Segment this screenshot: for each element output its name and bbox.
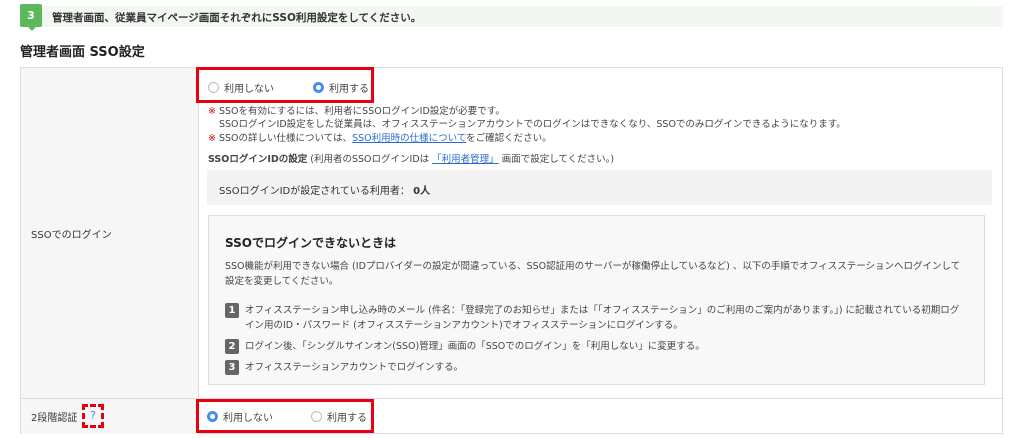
two-factor-label: 2段階認証 [21, 398, 199, 434]
step-text: オフィスステーション申し込み時のメール (件名：「登録完了のお知らせ」または「「… [245, 305, 960, 331]
radio-label: 利用しない [224, 84, 274, 95]
sso-id-setting: SSOログインIDの設定 (利用者のSSOログインIDは 「利用者管理」 画面で… [208, 151, 614, 165]
radio-icon [208, 82, 219, 93]
troubleshoot-desc: SSO機能が利用できない場合 (IDプロバイダーの設定が間違っている、SSO認証… [225, 261, 961, 287]
two-factor-radio-enabled[interactable]: 利用する [311, 409, 367, 424]
troubleshoot-step: 2 ログイン後、「シングルサインオン(SSO)管理」画面の「SSOでのログイン」を… [225, 339, 968, 354]
radio-label: 利用する [329, 84, 369, 95]
step-text: オフィスステーションアカウントでログインする。 [245, 362, 464, 373]
step-text: ログイン後、「シングルサインオン(SSO)管理」画面の「SSOでのログイン」を「… [245, 341, 705, 352]
sso-spec-link[interactable]: SSO利用時の仕様について [352, 133, 466, 144]
radio-selected-icon [207, 411, 218, 422]
radio-label: 利用する [327, 413, 367, 424]
step-number: 2 [225, 339, 239, 354]
step-instruction: 管理者画面、従業員マイページ画面それぞれにSSO利用設定をしてください。 [52, 12, 422, 24]
step-number: 3 [225, 360, 239, 375]
sso-login-label: SSOでのログイン [21, 68, 199, 398]
troubleshoot-step: 3 オフィスステーションアカウントでログインする。 [225, 360, 968, 375]
note-text: をご確認ください。 [466, 133, 552, 144]
help-question-icon[interactable]: ? [82, 404, 104, 428]
count-value: 0人 [413, 186, 431, 197]
note-text: 画面で設定してください。) [498, 154, 615, 165]
note-mark: ※ [208, 106, 216, 117]
step-number-badge: 3 [20, 4, 42, 31]
note-text: (利用者のSSOログインIDは [307, 154, 433, 165]
troubleshoot-title: SSOでログインできないときは [225, 236, 396, 250]
sso-id-title: SSOログインIDの設定 [208, 154, 308, 165]
sso-note-1: ※ SSOを有効にするには、利用者にSSOログインID設定が必要です。 [208, 103, 505, 117]
two-factor-radio-disabled[interactable]: 利用しない [207, 409, 273, 424]
count-label: SSOログインIDが設定されている利用者： [219, 186, 410, 197]
note-mark: ※ [208, 133, 216, 144]
troubleshoot-step: 1 オフィスステーション申し込み時のメール (件名：「登録完了のお知らせ」または「… [225, 303, 968, 333]
radio-selected-icon [313, 82, 324, 93]
sso-login-radio-disabled[interactable]: 利用しない [208, 80, 274, 95]
sso-login-radio-enabled[interactable]: 利用する [313, 80, 369, 95]
section-title: 管理者画面 SSO設定 [20, 45, 145, 60]
radio-label: 利用しない [223, 413, 273, 424]
step-number: 1 [225, 303, 239, 318]
sso-user-count-box: SSOログインIDが設定されている利用者： 0人 [207, 170, 992, 205]
sso-note-2: ※ SSOの詳しい仕様については、SSO利用時の仕様についてをご確認ください。 [208, 130, 552, 144]
two-factor-label-text: 2段階認証 [31, 413, 78, 424]
user-management-link[interactable]: 「利用者管理」 [432, 154, 499, 165]
radio-icon [311, 411, 322, 422]
note-text: SSOの詳しい仕様については、 [219, 133, 353, 144]
sso-troubleshoot-box: SSOでログインできないときは SSO機能が利用できない場合 (IDプロバイダー… [208, 215, 985, 385]
sso-note-1b: SSOログインID設定をした従業員は、オフィスステーションアカウントでのログイン… [219, 119, 846, 130]
